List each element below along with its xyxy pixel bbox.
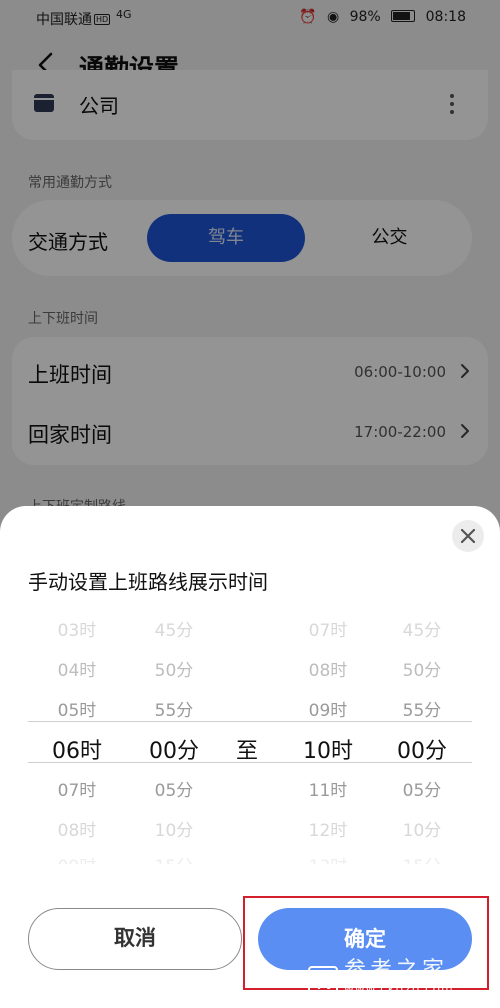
start-hour-option[interactable]: 08时: [37, 816, 117, 841]
end-minute-option[interactable]: 50分: [382, 656, 462, 681]
start-minute-option[interactable]: 15分: [134, 852, 214, 864]
to-label: 至: [236, 739, 259, 764]
end-hour-option[interactable]: 13时: [288, 852, 368, 864]
close-button[interactable]: [452, 520, 484, 552]
start-minute-option[interactable]: 10分: [134, 816, 214, 841]
end-hour-option[interactable]: 12时: [288, 816, 368, 841]
end-minute-option[interactable]: 45分: [382, 616, 462, 641]
start-hour-option[interactable]: 04时: [37, 656, 117, 681]
end-hour-selected[interactable]: 10时: [288, 733, 368, 765]
watermark-logo: K: [308, 966, 338, 996]
end-minute-option[interactable]: 10分: [382, 816, 462, 841]
end-minute-option[interactable]: 55分: [382, 696, 462, 721]
picker-selection-top-line: [28, 721, 472, 722]
end-hour-option[interactable]: 09时: [288, 696, 368, 721]
end-hour-option[interactable]: 07时: [288, 616, 368, 641]
sheet-title: 手动设置上班路线展示时间: [28, 570, 268, 594]
start-hour-option[interactable]: 09时: [37, 852, 117, 864]
start-hour-selected[interactable]: 06时: [37, 733, 117, 765]
end-minute-selected[interactable]: 00分: [382, 733, 462, 765]
cancel-button[interactable]: 取消: [28, 908, 242, 970]
start-hour-option[interactable]: 05时: [37, 696, 117, 721]
watermark-name: 参考之家: [344, 958, 449, 983]
start-hour-option[interactable]: 07时: [37, 776, 117, 801]
end-minute-option[interactable]: 05分: [382, 776, 462, 801]
start-minute-option[interactable]: 05分: [134, 776, 214, 801]
end-hour-option[interactable]: 11时: [288, 776, 368, 801]
watermark-url: www.ckdzb.com: [344, 982, 454, 996]
start-hour-option[interactable]: 03时: [37, 616, 117, 641]
start-minute-selected[interactable]: 00分: [134, 733, 214, 765]
end-hour-option[interactable]: 08时: [288, 656, 368, 681]
end-minute-option[interactable]: 15分: [382, 852, 462, 864]
start-minute-option[interactable]: 50分: [134, 656, 214, 681]
close-icon: [461, 529, 475, 543]
start-minute-option[interactable]: 45分: [134, 616, 214, 641]
start-minute-option[interactable]: 55分: [134, 696, 214, 721]
watermark: K 参考之家 www.ckdzb.com: [300, 946, 496, 1002]
